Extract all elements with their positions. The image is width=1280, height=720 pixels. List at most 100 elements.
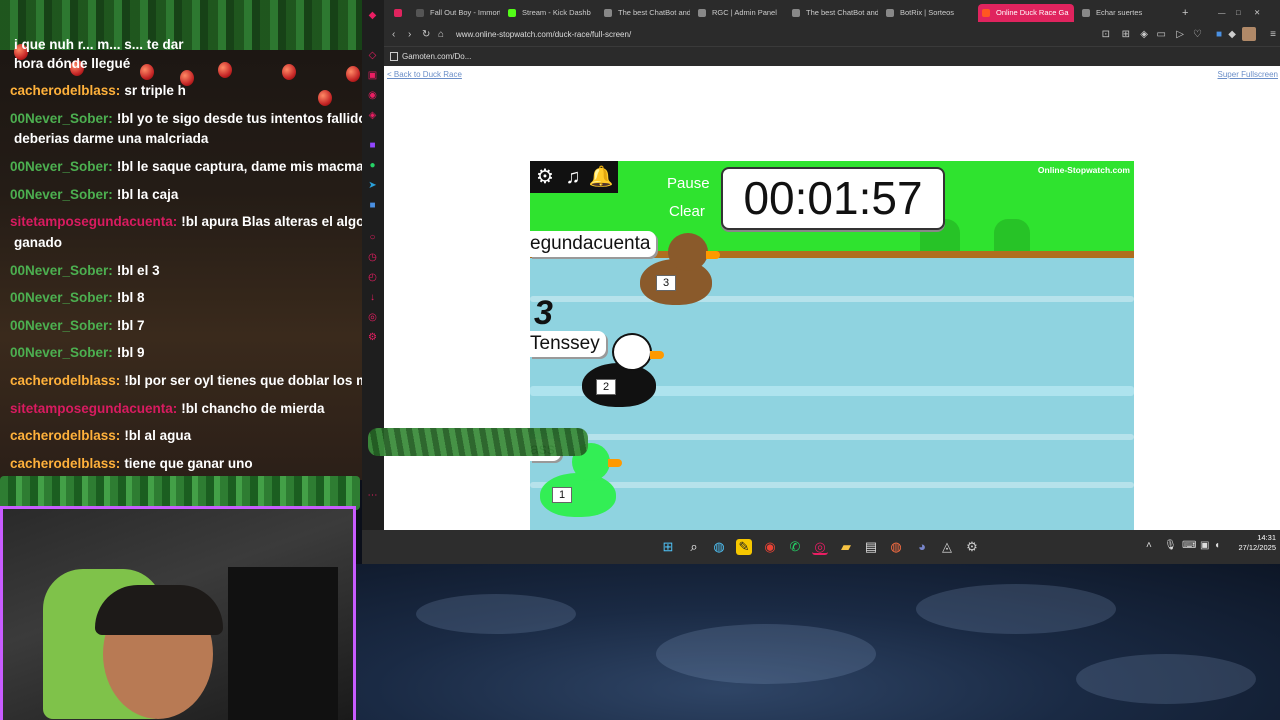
notes-icon[interactable]: ✎: [736, 539, 752, 555]
chevron-up-icon[interactable]: ˄: [1146, 540, 1152, 551]
close-button[interactable]: ✕: [1252, 4, 1266, 22]
tab-favicon-icon: [698, 9, 706, 17]
opera-icon[interactable]: ◎: [812, 539, 828, 555]
tab[interactable]: The best ChatBot and: [600, 4, 690, 22]
race-timer: 00:01:57: [721, 167, 945, 230]
more-icon[interactable]: ⋯: [367, 490, 378, 501]
sidebar-icon[interactable]: ◷: [367, 252, 378, 263]
settings-icon[interactable]: ⚙: [367, 332, 378, 343]
sidebar-icon[interactable]: ◎: [367, 312, 378, 323]
telegram-icon[interactable]: ➤: [367, 180, 378, 191]
chat-message: cacherodelblass: tiene que ganar uno: [10, 456, 253, 471]
tab[interactable]: Fall Out Boy - Immort: [412, 4, 500, 22]
keyboard-icon[interactable]: ⌨: [1182, 540, 1196, 551]
extension-icon[interactable]: ◆: [1228, 29, 1236, 40]
page-icon: [390, 52, 398, 61]
tab[interactable]: Stream - Kick Dashb: [504, 4, 596, 22]
sidebar-icon[interactable]: ○: [367, 232, 378, 243]
chat-message: i que nuh r... m... s... te dar: [14, 37, 184, 52]
sidebar-icon[interactable]: ▣: [367, 70, 378, 81]
clock-date: 27/12/2025: [1238, 543, 1276, 552]
duck-beak: [608, 459, 622, 467]
chat-message: sitetamposegundacuenta: !bl apura Blas al…: [10, 214, 362, 229]
system-clock[interactable]: 14:31 27/12/2025: [1238, 533, 1276, 553]
app-icon[interactable]: ◍: [888, 539, 904, 555]
reload-icon[interactable]: ↻: [422, 29, 430, 40]
maximize-button[interactable]: □: [1234, 4, 1248, 22]
heart-icon[interactable]: ♡: [1193, 29, 1202, 40]
duck-race-game[interactable]: ⚙ ♫ 🔔 Pause Clear 00:01:57 Online-Stopwa…: [530, 161, 1134, 530]
settings-icon[interactable]: ⚙: [964, 539, 980, 555]
sidebar-icon[interactable]: ◆: [367, 10, 378, 21]
back-to-duck-race-link[interactable]: < Back to Duck Race: [387, 70, 462, 79]
download-icon[interactable]: ↓: [367, 292, 378, 303]
tab[interactable]: The best ChatBot and: [788, 4, 878, 22]
web-page: < Back to Duck Race Super Fullscreen ⚙ ♫…: [384, 66, 1280, 530]
forward-icon[interactable]: ›: [408, 29, 411, 40]
kick-icon: [508, 9, 516, 17]
chat-message: 00Never_Sober: !bl le saque captura, dame…: [10, 159, 362, 174]
duck-number: 1: [552, 487, 572, 503]
tab[interactable]: BotRix | Sorteos: [882, 4, 972, 22]
sidebar-icon[interactable]: ◉: [367, 90, 378, 101]
new-tab-button[interactable]: +: [1178, 4, 1194, 22]
gear-icon[interactable]: ⚙: [532, 164, 558, 190]
bush: [994, 219, 1030, 251]
tab[interactable]: Echar suertes: [1078, 4, 1168, 22]
back-icon[interactable]: ‹: [392, 29, 395, 40]
ornament-icon: [318, 90, 332, 106]
tab-favicon-icon: [792, 9, 800, 17]
duck-number: 2: [596, 379, 616, 395]
profile-avatar[interactable]: [1242, 27, 1256, 41]
whatsapp-icon[interactable]: ✆: [787, 539, 803, 555]
twitch-icon[interactable]: ■: [367, 140, 378, 151]
tab-menu-icon[interactable]: [390, 4, 408, 22]
screenshot-icon[interactable]: ⊞: [1122, 29, 1130, 40]
edge-icon[interactable]: ◍: [711, 539, 727, 555]
chat-message: hora dónde llegué: [14, 56, 131, 71]
snow-drift: [656, 624, 876, 684]
discord-icon[interactable]: ◕: [914, 539, 930, 555]
search-icon[interactable]: ⌕: [686, 539, 702, 555]
tab[interactable]: RGC | Admin Panel: [694, 4, 784, 22]
start-icon[interactable]: ⊞: [660, 539, 676, 555]
volume-icon[interactable]: ◖: [1214, 540, 1220, 551]
menu-icon[interactable]: ≡: [1270, 29, 1276, 40]
tab-duck-race[interactable]: Online Duck Race Ga: [978, 4, 1074, 22]
duck-2: 2: [582, 331, 664, 411]
shield-icon[interactable]: ◈: [1140, 29, 1148, 40]
clear-button[interactable]: Clear: [669, 203, 705, 220]
chat-message: 00Never_Sober: !bl la caja: [10, 187, 179, 202]
tab-bar: Fall Out Boy - Immort Stream - Kick Dash…: [384, 0, 1280, 24]
bookmark-item[interactable]: Gamoten.com/Do...: [402, 52, 471, 61]
extension-icon[interactable]: ■: [1216, 29, 1222, 40]
store-icon[interactable]: ▤: [863, 539, 879, 555]
minimize-button[interactable]: —: [1216, 4, 1230, 22]
super-fullscreen-link[interactable]: Super Fullscreen: [1218, 70, 1278, 79]
tab-favicon-icon: [1082, 9, 1090, 17]
pause-button[interactable]: Pause: [667, 175, 710, 192]
folder-icon[interactable]: ▰: [838, 539, 854, 555]
sound-icon[interactable]: 🔔: [588, 164, 614, 190]
network-icon[interactable]: ▣: [1200, 540, 1209, 551]
history-icon[interactable]: ◴: [367, 272, 378, 283]
app-icon[interactable]: ■: [367, 200, 378, 211]
app-icon[interactable]: ◬: [939, 539, 955, 555]
url-field[interactable]: www.online-stopwatch.com/duck-race/full-…: [456, 30, 631, 39]
chat-message: 00Never_Sober: !bl 7: [10, 318, 145, 333]
home-icon[interactable]: ⌂: [438, 29, 444, 40]
clock-time: 14:31: [1257, 533, 1276, 542]
wallet-icon[interactable]: ▭: [1157, 29, 1166, 40]
windows-taskbar: ⊞ ⌕ ◍ ✎ ◉ ✆ ◎ ▰ ▤ ◍ ◕ ◬ ⚙ ˄ 🎙 ⌨ ▣ ◖ 14:3…: [362, 530, 1280, 564]
bookmark-icon[interactable]: ⊡: [1102, 29, 1110, 40]
duck-head: [668, 233, 708, 271]
music-icon[interactable]: ♫: [560, 164, 586, 190]
christmas-garland: [368, 428, 588, 456]
ornament-icon: [282, 64, 296, 80]
sidebar-icon[interactable]: ◇: [367, 50, 378, 61]
play-icon[interactable]: ▷: [1176, 29, 1184, 40]
whatsapp-icon[interactable]: ●: [367, 160, 378, 171]
sidebar-icon[interactable]: ◈: [367, 110, 378, 121]
microphone-icon[interactable]: 🎙: [1164, 540, 1177, 551]
chrome-icon[interactable]: ◉: [762, 539, 778, 555]
